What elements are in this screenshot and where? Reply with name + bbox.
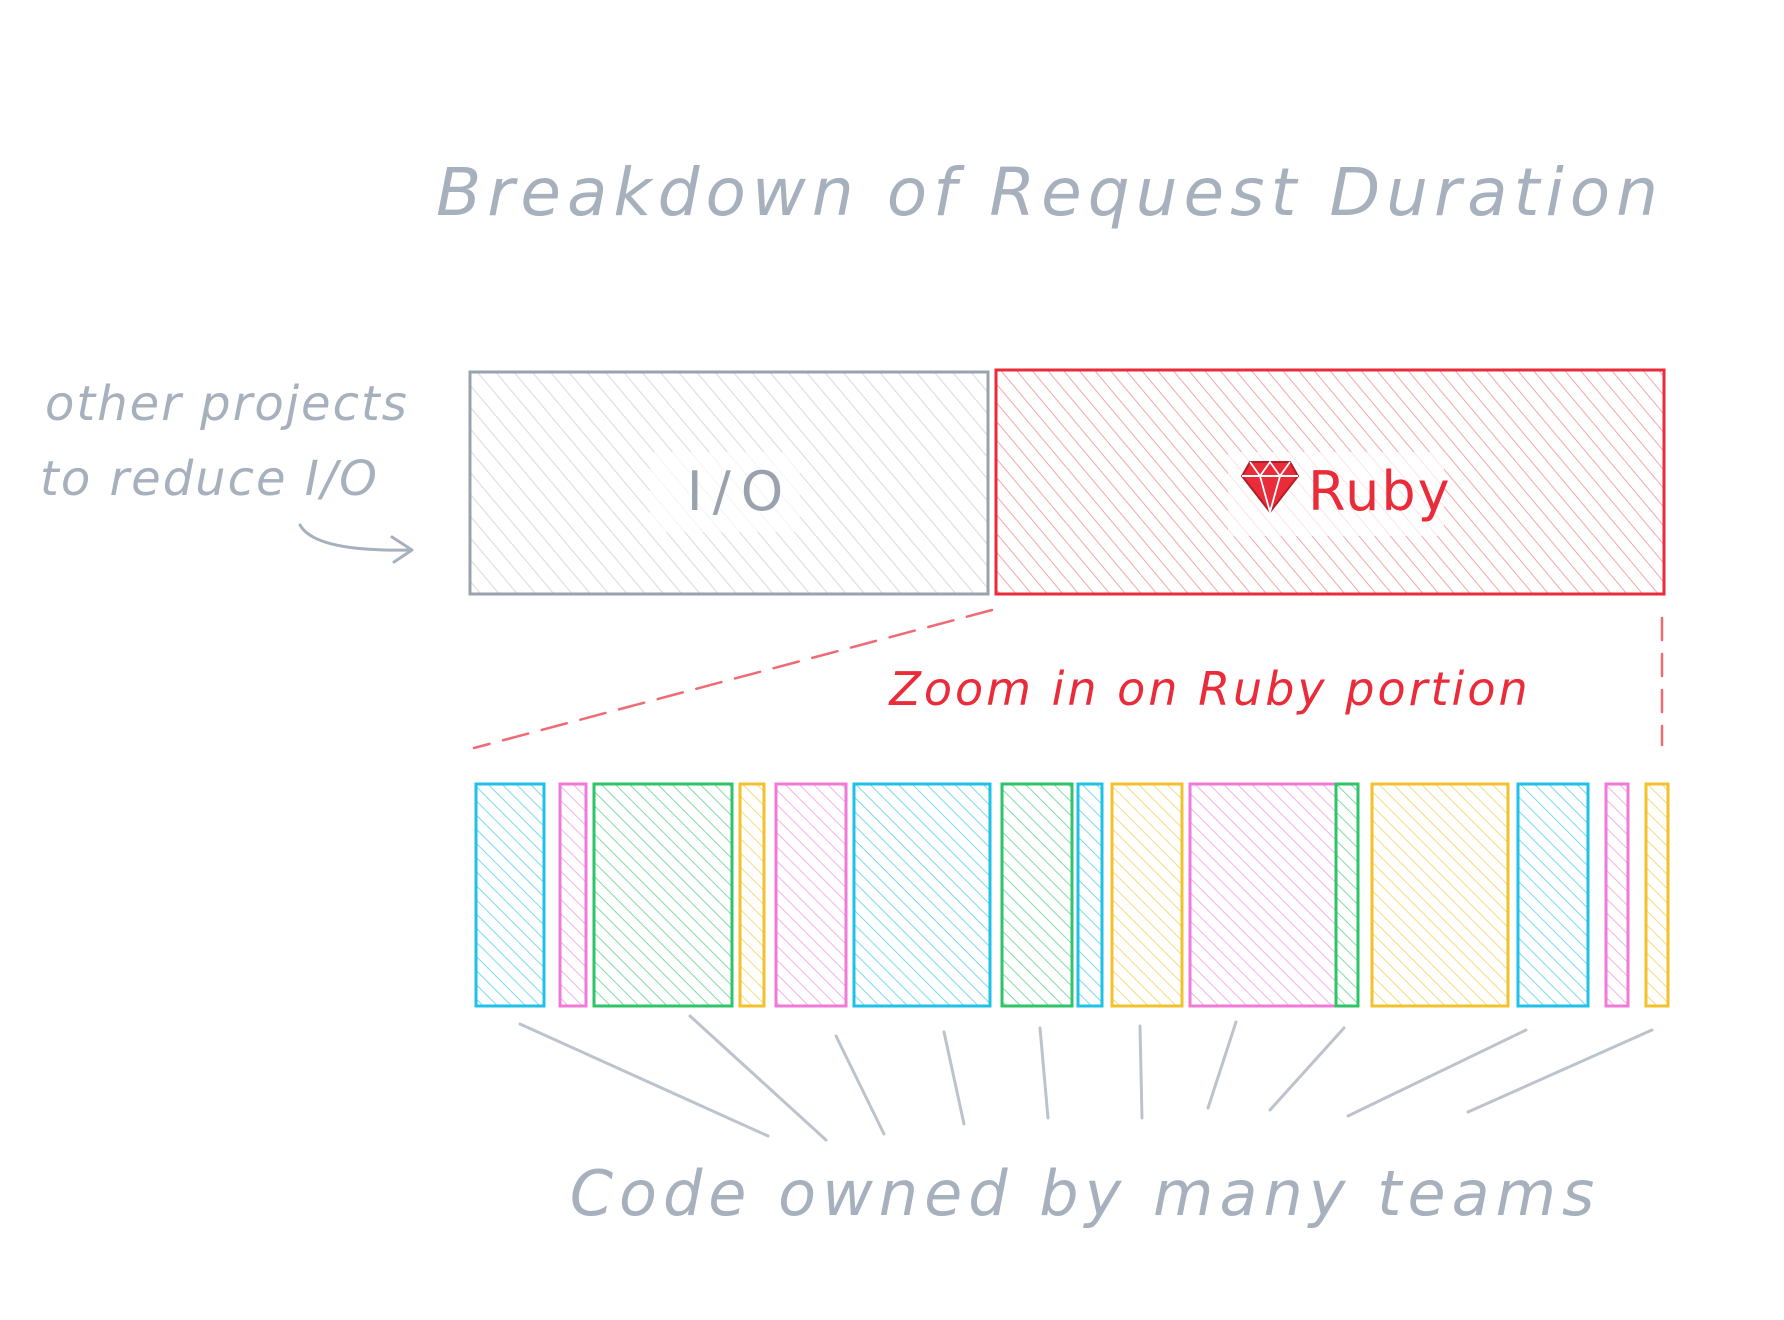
io-label: I/O <box>687 460 794 523</box>
team-segments <box>474 782 1670 1008</box>
ownership-line <box>1038 1026 1050 1120</box>
ownership-line <box>688 1014 828 1142</box>
segment-pink <box>774 782 848 1008</box>
segment-cyan <box>852 782 992 1008</box>
request-duration-diagram: Breakdown of Request Duration other proj… <box>40 154 1670 1230</box>
segment-pink <box>558 782 588 1008</box>
ownership-line <box>1268 1026 1346 1112</box>
ownership-line <box>1346 1028 1528 1118</box>
segment-pink <box>1604 782 1630 1008</box>
zoom-label: Zoom in on Ruby portion <box>887 662 1530 716</box>
ruby-label: Ruby <box>1308 460 1452 523</box>
segment-cyan <box>474 782 546 1008</box>
ownership-line <box>518 1022 770 1138</box>
ownership-line <box>834 1034 886 1136</box>
segment-cyan <box>1076 782 1104 1008</box>
ruby-block: Ruby <box>994 368 1666 596</box>
io-block: I/O <box>468 370 990 596</box>
ownership-line <box>942 1030 966 1126</box>
ownership-line <box>1206 1020 1238 1110</box>
ownership-line <box>1138 1024 1144 1120</box>
segment-yellow <box>738 782 766 1008</box>
side-note-line2: to reduce I/O <box>40 451 379 507</box>
segment-green <box>592 782 734 1008</box>
segment-yellow <box>1110 782 1184 1008</box>
diagram-title: Breakdown of Request Duration <box>436 154 1664 231</box>
side-note-line1: other projects <box>45 376 409 432</box>
ownership-line <box>1466 1028 1654 1114</box>
segment-pink <box>1188 782 1338 1008</box>
segment-yellow <box>1644 782 1670 1008</box>
side-note: other projects to reduce I/O <box>40 376 414 564</box>
segment-cyan <box>1516 782 1590 1008</box>
segment-yellow <box>1370 782 1510 1008</box>
bottom-label: Code owned by many teams <box>570 1157 1601 1230</box>
ownership-lines <box>518 1014 1654 1142</box>
segment-green <box>1334 782 1360 1008</box>
segment-green <box>1000 782 1074 1008</box>
